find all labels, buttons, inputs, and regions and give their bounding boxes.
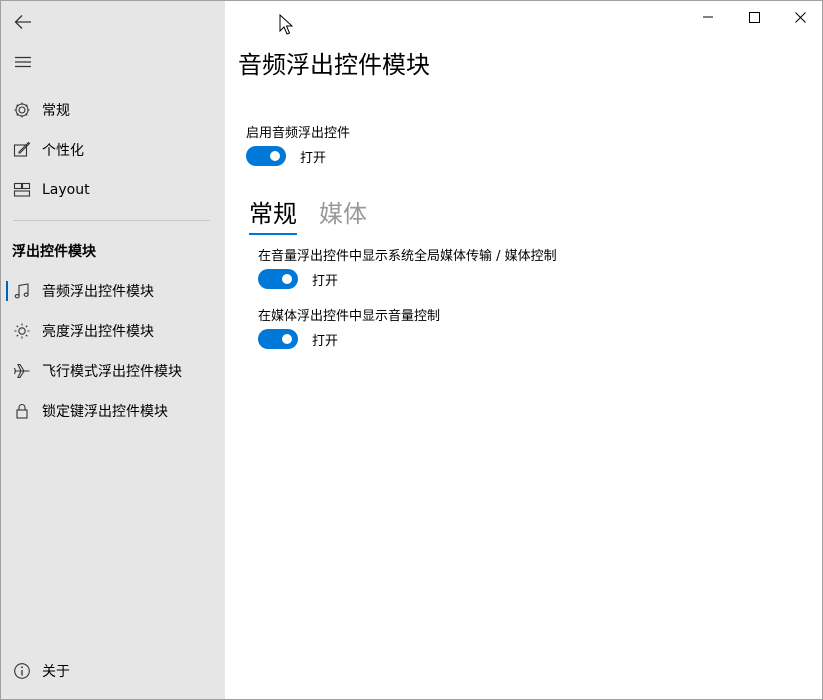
app-window: 常规 个性化 Layout 浮出控件模块 音频浮出控件模块 亮度浮出控件模块 飞… [0,0,823,700]
back-arrow-icon [14,15,31,29]
toggle-state-label: 打开 [300,150,327,166]
menu-button[interactable] [1,42,45,82]
close-icon [794,11,806,23]
tab-general[interactable]: 常规 [249,194,297,235]
pivot-tabs: 常规 媒体 [249,194,389,235]
page-title: 音频浮出控件模块 [238,51,430,79]
brightness-icon [12,321,32,341]
sidebar-item-label: 个性化 [42,143,84,159]
sidebar-item-label: Layout [42,182,90,198]
toggle-knob [282,274,292,284]
sidebar-item-layout[interactable]: Layout [1,170,225,210]
sidebar-item-brightness-module[interactable]: 亮度浮出控件模块 [1,311,225,351]
close-button[interactable] [777,1,822,33]
sidebar-item-label: 锁定键浮出控件模块 [42,404,168,420]
sidebar-item-label: 关于 [42,664,70,680]
sidebar-item-label: 亮度浮出控件模块 [42,324,154,340]
enable-audio-flyout-toggle[interactable] [246,146,286,166]
sidebar-section-header: 浮出控件模块 [12,244,96,260]
info-icon [12,661,32,681]
personalize-icon [12,140,32,160]
airplane-icon [12,361,32,381]
sidebar-item-label: 飞行模式浮出控件模块 [42,364,182,380]
show-volume-control-label: 在媒体浮出控件中显示音量控制 [258,309,441,324]
layout-icon [12,180,32,200]
toggle-state-label: 打开 [312,333,339,349]
sidebar-item-about[interactable]: 关于 [1,651,225,691]
sidebar-item-label: 音频浮出控件模块 [42,284,154,300]
sidebar-item-lockkeys-module[interactable]: 锁定键浮出控件模块 [1,391,225,431]
minimize-button[interactable] [685,1,731,33]
gear-icon [12,100,32,120]
enable-audio-flyout-toggle-row: 打开 [246,145,326,167]
toggle-state-label: 打开 [312,273,339,289]
sidebar: 常规 个性化 Layout 浮出控件模块 音频浮出控件模块 亮度浮出控件模块 飞… [1,1,225,699]
music-icon [12,281,32,301]
show-volume-control-toggle-row: 打开 [258,328,338,350]
show-volume-control-toggle[interactable] [258,329,298,349]
sidebar-divider [13,220,210,221]
sidebar-item-general[interactable]: 常规 [1,90,225,130]
sidebar-item-airplane-module[interactable]: 飞行模式浮出控件模块 [1,351,225,391]
tab-media[interactable]: 媒体 [319,194,367,235]
show-media-controls-toggle-row: 打开 [258,268,338,290]
maximize-icon [748,11,760,23]
toggle-knob [270,151,280,161]
sidebar-item-label: 常规 [42,103,70,119]
sidebar-item-personalization[interactable]: 个性化 [1,130,225,170]
enable-audio-flyout-label: 启用音频浮出控件 [246,126,351,141]
mouse-cursor-icon [279,14,293,35]
lock-icon [12,401,32,421]
back-button[interactable] [1,2,45,42]
maximize-button[interactable] [731,1,777,33]
toggle-knob [282,334,292,344]
sidebar-item-audio-module[interactable]: 音频浮出控件模块 [1,271,225,311]
hamburger-icon [15,56,31,68]
show-media-controls-toggle[interactable] [258,269,298,289]
minimize-icon [703,16,713,18]
show-media-controls-label: 在音量浮出控件中显示系统全局媒体传输 / 媒体控制 [258,249,557,264]
